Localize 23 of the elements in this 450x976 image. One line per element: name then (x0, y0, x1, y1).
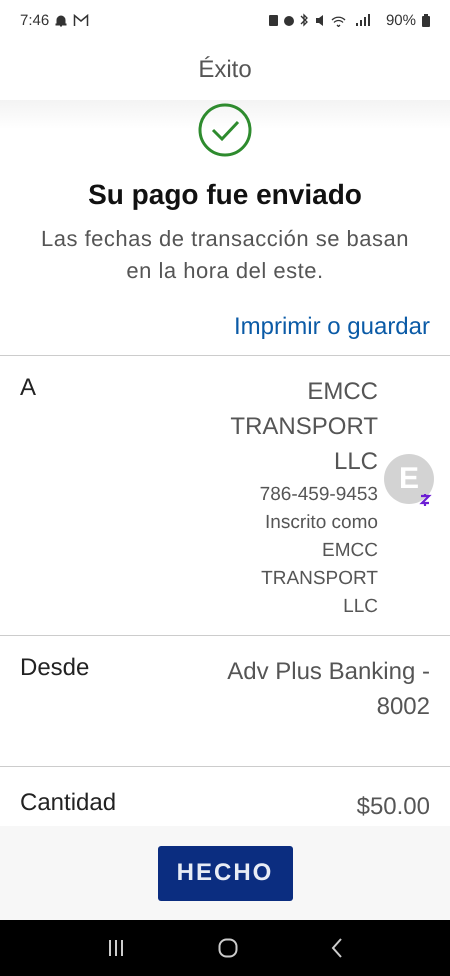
status-time: 7:46 (20, 12, 50, 28)
success-check-icon (198, 103, 252, 157)
mail-icon (73, 14, 90, 26)
done-button[interactable]: HECHO (158, 846, 292, 900)
battery-level: 90% (386, 12, 416, 28)
print-save-link[interactable]: Imprimir o guardar (234, 313, 430, 341)
back-icon[interactable] (331, 938, 344, 958)
detail-label: Cantidad (20, 789, 116, 818)
detail-label: Desde (20, 654, 90, 683)
enrolled-note: Inscrito como EMCC TRANSPORT LLC (260, 511, 378, 619)
battery-icon (422, 14, 430, 26)
detail-label: A (20, 374, 36, 403)
confirmation-message: Las fechas de transacción se basan en la hora del este. (40, 225, 410, 285)
home-icon[interactable] (218, 938, 238, 958)
zelle-icon (418, 492, 432, 508)
notification-icon (55, 14, 68, 26)
detail-value: $50.00 (356, 792, 430, 822)
recipient-phone: 786-459-9453 (260, 483, 378, 507)
page-title: Éxito (198, 56, 252, 84)
detail-value: Adv Plus Banking - 8002 (226, 657, 430, 722)
recipient-name: EMCC TRANSPORT LLC (229, 377, 378, 477)
confirmation-title: Su pago fue enviado (88, 179, 362, 211)
recents-icon[interactable] (106, 939, 125, 957)
